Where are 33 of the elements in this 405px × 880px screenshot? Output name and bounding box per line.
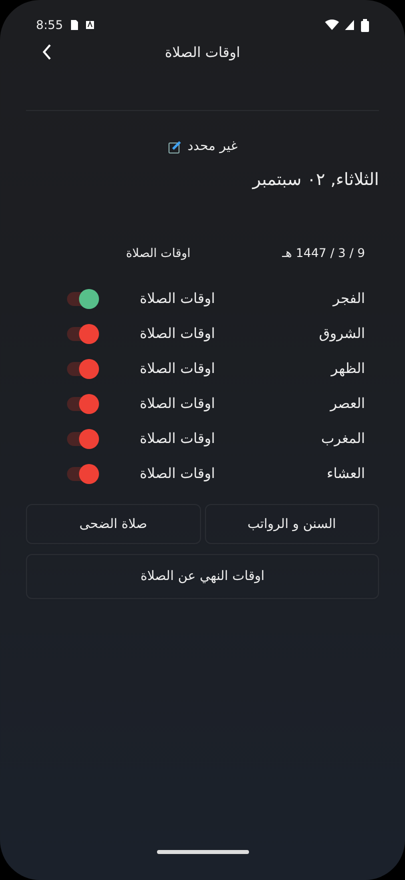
signal-icon — [345, 19, 355, 31]
menu-button[interactable]: اوقات النهي عن الصلاة — [26, 554, 379, 599]
prayer-time: اوقات الصلاة — [138, 396, 215, 412]
prayer-name: الفجر — [331, 290, 366, 306]
status-dot[interactable] — [79, 428, 99, 448]
sim-card-icon — [68, 19, 79, 31]
prayer-name: الشروق — [318, 326, 366, 342]
status-time: 8:55 — [36, 18, 63, 32]
prayer-time: اوقات الصلاة — [138, 290, 215, 306]
date-text: الثلاثاء, ٠٢ سبتمبر — [250, 170, 379, 190]
prayer-name: العشاء — [326, 466, 366, 482]
wifi-icon — [325, 19, 339, 31]
status-dot[interactable] — [79, 394, 99, 414]
section-label: اوقات الصلاة — [126, 246, 190, 260]
page-title: اوقات الصلاة — [164, 45, 240, 61]
edit-icon[interactable] — [168, 140, 182, 154]
prayer-name: الظهر — [330, 360, 366, 376]
status-dot[interactable] — [79, 288, 99, 308]
prayer-name: العصر — [328, 396, 366, 412]
prayer-time: اوقات الصلاة — [138, 430, 215, 446]
menu-button[interactable]: السنن و الرواتب — [204, 504, 379, 544]
prayer-name: المغرب — [320, 430, 366, 446]
notification-icon — [84, 20, 95, 30]
status-dot[interactable] — [79, 464, 99, 484]
prayer-time: اوقات الصلاة — [138, 466, 215, 482]
prayer-time: اوقات الصلاة — [138, 360, 215, 376]
menu-button[interactable]: صلاة الضحى — [26, 504, 200, 544]
hijri-date: 9 / 3 / 1447 هـ — [282, 246, 365, 260]
status-dot[interactable] — [79, 358, 99, 378]
location-label[interactable]: غير محدد — [188, 139, 238, 154]
status-dot[interactable] — [79, 324, 99, 344]
prayer-time: اوقات الصلاة — [138, 326, 215, 342]
battery-icon — [361, 18, 369, 32]
